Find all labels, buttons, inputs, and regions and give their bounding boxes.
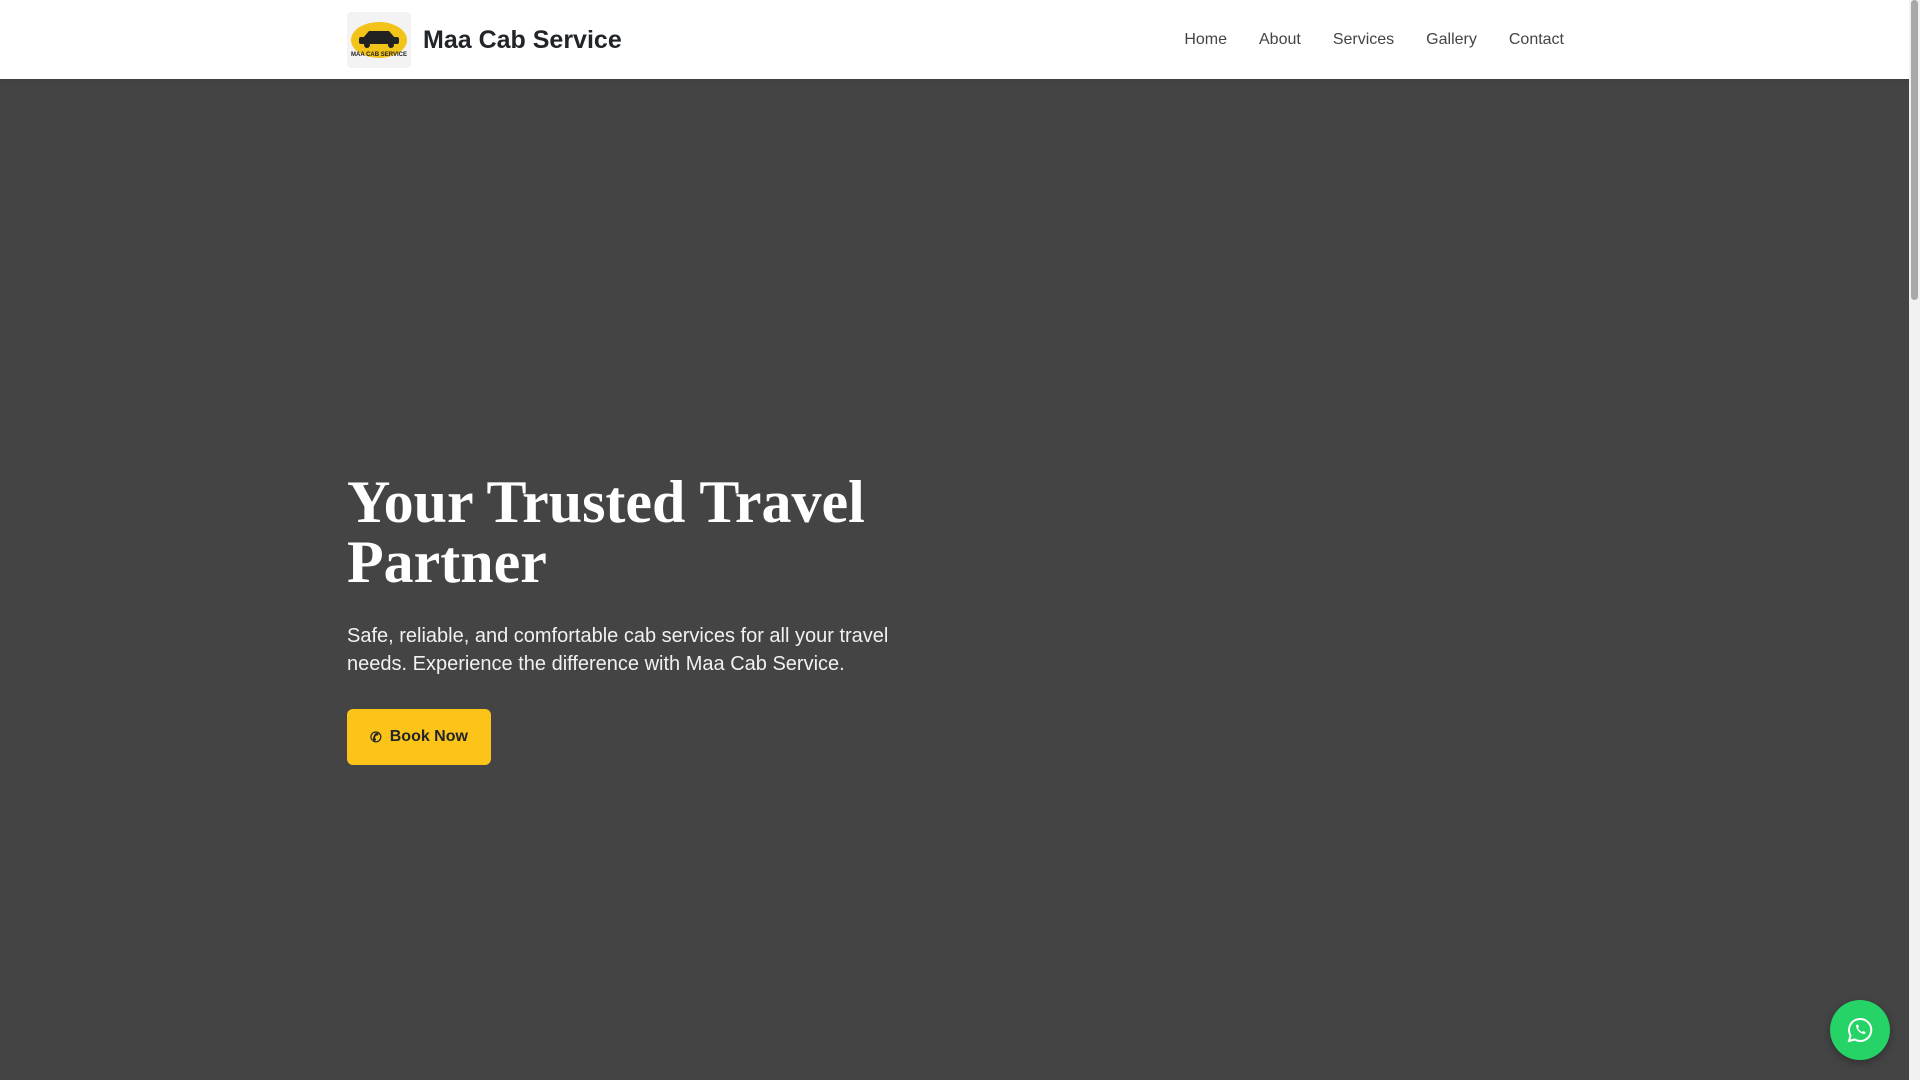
logo-text: MAA CAB SERVICE — [351, 52, 407, 58]
hero-title: Your Trusted Travel Partner — [347, 469, 865, 595]
main-nav: Home About Services Gallery Contact — [1184, 0, 1564, 79]
whatsapp-button[interactable] — [1830, 1000, 1890, 1060]
phone-icon: ✆ — [370, 728, 382, 745]
nav-home[interactable]: Home — [1184, 31, 1227, 49]
hero-subtitle: Safe, reliable, and comfortable cab serv… — [347, 625, 889, 675]
scrollbar[interactable] — [1909, 0, 1920, 1080]
book-now-button[interactable]: ✆ Book Now — [347, 709, 491, 765]
whatsapp-icon — [1847, 1017, 1873, 1043]
page: MAA CAB SERVICE Maa Cab Service Home Abo… — [0, 0, 1920, 1080]
nav-about[interactable]: About — [1259, 31, 1301, 49]
scrollbar-thumb[interactable] — [1911, 0, 1918, 300]
nav-contact[interactable]: Contact — [1509, 31, 1564, 49]
nav-gallery[interactable]: Gallery — [1426, 31, 1477, 49]
taxi-logo-icon: MAA CAB SERVICE — [351, 22, 407, 58]
brand-logo[interactable]: MAA CAB SERVICE — [347, 12, 411, 68]
navbar: MAA CAB SERVICE Maa Cab Service Home Abo… — [0, 0, 1909, 79]
brand[interactable]: MAA CAB SERVICE Maa Cab Service — [347, 12, 622, 68]
hero-section: Your Trusted Travel Partner Safe, reliab… — [347, 472, 947, 765]
nav-services[interactable]: Services — [1333, 31, 1394, 49]
brand-name[interactable]: Maa Cab Service — [423, 26, 622, 55]
book-now-label: Book Now — [389, 728, 468, 745]
